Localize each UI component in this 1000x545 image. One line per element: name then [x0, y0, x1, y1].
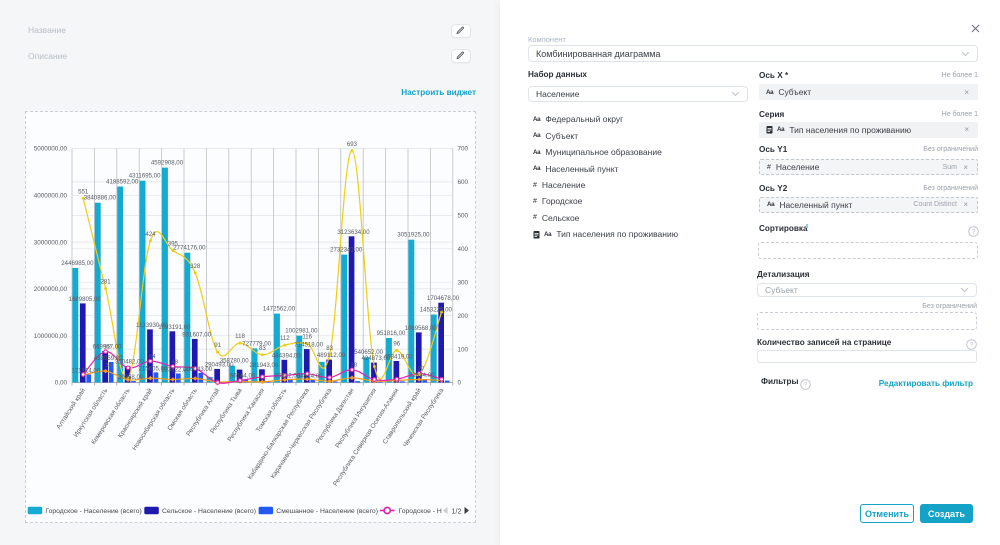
svg-text:38: 38: [351, 363, 357, 369]
svg-text:3840886,00: 3840886,00: [84, 195, 117, 202]
svg-text:438959,00: 438959,00: [94, 355, 123, 362]
svg-text:118: 118: [235, 333, 245, 340]
svg-text:551: 551: [78, 188, 89, 195]
svg-text:1093191,00: 1093191,00: [158, 324, 191, 331]
svg-text:3123634,00: 3123634,00: [337, 229, 370, 236]
svg-text:714518,00: 714518,00: [294, 342, 323, 349]
svg-text:2000000,00: 2000000,00: [34, 286, 68, 293]
svg-text:100: 100: [458, 346, 469, 353]
svg-text:727779,00: 727779,00: [242, 340, 271, 347]
svg-text:458419,00: 458419,00: [384, 354, 413, 361]
svg-text:1/2: 1/2: [452, 506, 462, 515]
svg-text:83: 83: [326, 345, 333, 352]
svg-text:Республика Дагестан: Республика Дагестан: [314, 386, 356, 445]
svg-text:2774176,00: 2774176,00: [173, 245, 206, 252]
svg-text:Сельское - Население (всего): Сельское - Население (всего): [162, 508, 256, 515]
svg-text:600: 600: [458, 179, 469, 186]
svg-text:Республика Ингушетия: Республика Ингушетия: [333, 386, 378, 449]
svg-text:Новосибирская область: Новосибирская область: [130, 386, 176, 452]
svg-text:96: 96: [393, 340, 400, 347]
svg-text:Ставропольский край: Ставропольский край: [381, 386, 423, 445]
svg-text:?: ?: [970, 342, 974, 349]
svg-text:Чеченская Республика: Чеченская Республика: [401, 386, 445, 448]
svg-text:4000000,00: 4000000,00: [34, 193, 68, 200]
svg-text:1453225,00: 1453225,00: [420, 307, 453, 314]
svg-text:27: 27: [418, 366, 424, 372]
svg-text:30358,00: 30358,00: [118, 374, 144, 381]
svg-text:328: 328: [190, 263, 201, 270]
svg-text:48: 48: [172, 359, 178, 365]
svg-text:3000000,00: 3000000,00: [34, 239, 68, 246]
svg-text:1689805,00: 1689805,00: [69, 296, 102, 303]
svg-text:2446985,00: 2446985,00: [61, 260, 94, 267]
svg-text:2732341,00: 2732341,00: [330, 247, 363, 254]
svg-text:1472562,00: 1472562,00: [263, 306, 296, 313]
svg-text:83: 83: [259, 345, 266, 352]
svg-text:281943,00: 281943,00: [249, 362, 278, 369]
svg-text:500: 500: [458, 213, 469, 220]
svg-text:Кемеровская область: Кемеровская область: [89, 386, 132, 446]
svg-text:54614,00: 54614,00: [297, 373, 323, 380]
svg-text:4311695,00: 4311695,00: [129, 173, 161, 180]
svg-text:484394,00: 484394,00: [272, 352, 301, 359]
svg-text:Городское - Население (всего): Городское - Население (всего): [45, 508, 141, 515]
svg-text:200: 200: [458, 313, 469, 320]
svg-text:?: ?: [804, 382, 808, 389]
svg-text:171314,00: 171314,00: [71, 368, 100, 375]
svg-text:64: 64: [149, 354, 156, 360]
svg-text:0,00: 0,00: [55, 380, 68, 387]
svg-text:?: ?: [972, 229, 976, 236]
svg-text:91: 91: [214, 342, 221, 349]
svg-text:693: 693: [347, 141, 358, 148]
svg-text:116: 116: [302, 334, 312, 341]
svg-text:4592908,00: 4592908,00: [151, 160, 184, 167]
svg-text:Городское - Н: Городское - Н: [399, 508, 442, 515]
svg-text:1000000,00: 1000000,00: [34, 333, 68, 340]
svg-text:931607,00: 931607,00: [182, 331, 211, 338]
svg-text:206043,00: 206043,00: [183, 366, 212, 373]
svg-text:6: 6: [240, 373, 243, 379]
svg-text:112: 112: [280, 335, 290, 342]
svg-text:424: 424: [145, 231, 156, 238]
svg-text:300: 300: [458, 279, 469, 286]
svg-text:395: 395: [168, 241, 179, 248]
svg-text:951816,00: 951816,00: [377, 330, 406, 337]
svg-text:34: 34: [105, 363, 112, 369]
svg-text:1069568,00: 1069568,00: [405, 325, 438, 332]
svg-text:400: 400: [458, 246, 469, 253]
svg-text:5000000,00: 5000000,00: [34, 146, 68, 153]
svg-text:92: 92: [104, 345, 110, 351]
svg-text:Смешанное - Население (всего): Смешанное - Население (всего): [276, 508, 378, 515]
svg-text:281: 281: [101, 279, 112, 286]
svg-text:1704678,00: 1704678,00: [427, 295, 460, 302]
svg-text:700: 700: [458, 146, 469, 153]
svg-text:72634,00: 72634,00: [409, 372, 435, 379]
svg-text:3051925,00: 3051925,00: [397, 232, 430, 239]
svg-text:489112,00: 489112,00: [317, 352, 346, 359]
svg-text:0: 0: [458, 380, 462, 387]
